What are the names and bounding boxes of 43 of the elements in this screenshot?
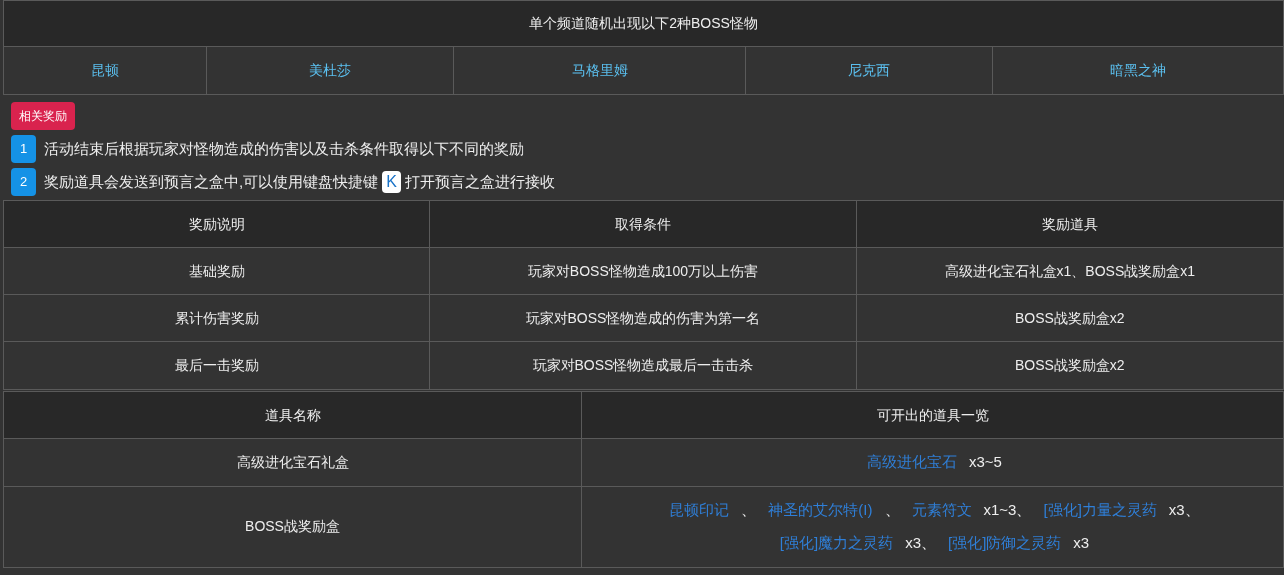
- quantity-text: x3、: [904, 533, 937, 553]
- note-text: 活动结束后根据玩家对怪物造成的伤害以及击杀条件取得以下不同的奖励: [44, 138, 524, 159]
- table-cell-text: BOSS战奖励盒x2: [1014, 308, 1125, 328]
- boss-link[interactable]: 尼克西: [848, 60, 890, 81]
- boss-link[interactable]: 美杜莎: [309, 60, 351, 81]
- note-text: 打开预言之盒进行接收: [404, 171, 555, 192]
- boss-link[interactable]: 昆顿: [91, 60, 119, 81]
- table-cell-text: 基础奖励: [188, 261, 245, 281]
- quantity-text: x3~5: [968, 452, 1003, 472]
- item-link[interactable]: [强化]力量之灵药: [1035, 498, 1165, 521]
- step-number: 1: [11, 135, 36, 163]
- boss-link[interactable]: 暗黑之神: [1110, 60, 1166, 81]
- step-number: 2: [11, 168, 36, 196]
- column-header: 可开出的道具一览: [876, 405, 989, 425]
- table-cell-text: 累计伤害奖励: [174, 308, 259, 328]
- table-cell-text: BOSS战奖励盒x2: [1014, 356, 1125, 375]
- quantity-text: x1~3、: [982, 499, 1033, 520]
- quantity-text: x3、: [1167, 499, 1201, 520]
- column-header: 奖励道具: [1041, 214, 1098, 234]
- table-cell-text: 最后一击奖励: [174, 356, 259, 375]
- column-header: 道具名称: [264, 405, 321, 425]
- item-link[interactable]: 元素符文: [903, 498, 980, 521]
- quantity-text: x3: [1072, 533, 1091, 553]
- item-link[interactable]: [强化]魔力之灵药: [771, 532, 902, 555]
- quantity-text: 、: [883, 499, 901, 520]
- table-title: 单个频道随机出现以下2种BOSS怪物: [529, 14, 758, 33]
- item-link[interactable]: [强化]防御之灵药: [940, 532, 1070, 555]
- note-text: 奖励道具会发送到预言之盒中,可以使用键盘快捷键: [44, 171, 379, 192]
- section-badge: 相关奖励: [11, 102, 75, 130]
- table-cell-text: 玩家对BOSS怪物造成最后一击击杀: [532, 356, 754, 375]
- table-cell-text: 玩家对BOSS怪物造成100万以上伤害: [527, 261, 759, 281]
- quantity-text: 、: [740, 499, 758, 520]
- item-link[interactable]: 高级进化宝石: [859, 451, 965, 474]
- table-cell-text: 高级进化宝石礼盒: [236, 452, 349, 472]
- item-link[interactable]: 昆顿印记: [661, 498, 738, 521]
- key-cap: K: [382, 171, 401, 193]
- table-cell-text: 玩家对BOSS怪物造成的伤害为第一名: [525, 308, 761, 328]
- boss-link[interactable]: 马格里姆: [571, 60, 628, 81]
- item-link[interactable]: 神圣的艾尔特(I): [760, 498, 881, 521]
- table-cell-text: BOSS战奖励盒: [245, 517, 340, 536]
- table-cell-text: 高级进化宝石礼盒x1、BOSS战奖励盒x1: [944, 261, 1196, 281]
- column-header: 取得条件: [615, 214, 671, 234]
- column-header: 奖励说明: [188, 214, 245, 234]
